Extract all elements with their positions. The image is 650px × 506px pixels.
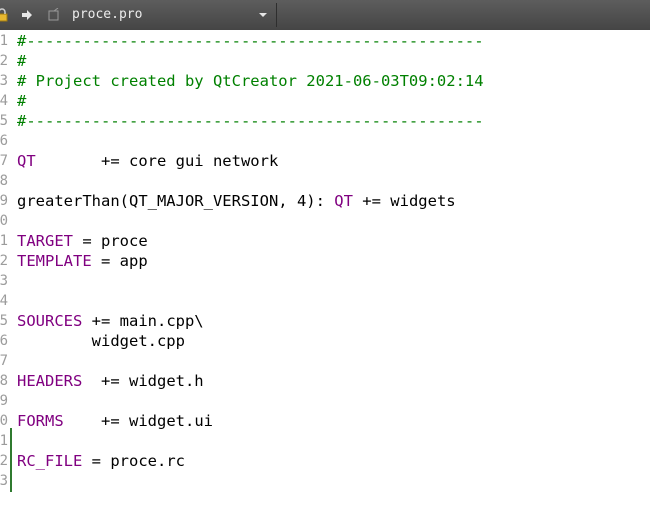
code-line[interactable]: 1 #--------------------------------------… xyxy=(0,31,650,51)
code-line[interactable]: 6 widget.cpp xyxy=(0,331,650,351)
code-text: # xyxy=(17,91,26,111)
code-line[interactable]: 1 TARGET = proce xyxy=(0,231,650,251)
variable-token: FORMS xyxy=(17,412,64,430)
comment-token: # Project created by QtCreator 2021-06-0… xyxy=(17,72,484,90)
arrow-right-icon[interactable] xyxy=(20,0,34,30)
variable-token: TEMPLATE xyxy=(17,252,92,270)
line-number: 3 xyxy=(0,473,8,489)
code-text: # xyxy=(17,51,26,71)
code-line[interactable]: 1 xyxy=(0,431,650,451)
code-line[interactable]: 5 #--------------------------------------… xyxy=(0,111,650,131)
code-line[interactable]: 7 QT += core gui network xyxy=(0,151,650,171)
variable-token: TARGET xyxy=(17,232,73,250)
code-line[interactable]: 8 HEADERS += widget.h xyxy=(0,371,650,391)
code-line[interactable]: 9 xyxy=(0,391,650,411)
code-line[interactable]: 4 xyxy=(0,291,650,311)
line-number: 4 xyxy=(0,93,8,109)
code-line[interactable]: 3 xyxy=(0,271,650,291)
code-line[interactable]: 2 TEMPLATE = app xyxy=(0,251,650,271)
variable-token: HEADERS xyxy=(17,372,83,390)
line-number: 0 xyxy=(0,413,8,429)
line-number: 8 xyxy=(0,173,8,189)
line-number: 3 xyxy=(0,273,8,289)
variable-token: QT xyxy=(17,152,36,170)
line-number: 1 xyxy=(0,233,8,249)
line-number: 0 xyxy=(0,213,8,229)
code-line[interactable]: 4 # xyxy=(0,91,650,111)
code-text: TARGET = proce xyxy=(17,231,148,251)
comment-token: # xyxy=(17,92,27,110)
code-text: #---------------------------------------… xyxy=(17,31,484,51)
code-text: greaterThan(QT_MAJOR_VERSION, 4): QT += … xyxy=(17,191,456,211)
tab-separator xyxy=(276,3,277,27)
code-text: HEADERS += widget.h xyxy=(17,371,204,391)
comment-token: #---------------------------------------… xyxy=(17,112,484,130)
code-text: RC_FILE = proce.rc xyxy=(17,451,185,471)
code-line[interactable]: 0 xyxy=(0,211,650,231)
code-token: += main.cpp\ xyxy=(82,312,204,330)
code-token: greaterThan(QT_MAJOR_VERSION, 4): xyxy=(17,192,335,210)
line-number: 9 xyxy=(0,393,8,409)
line-number: 5 xyxy=(0,113,8,129)
code-token: += widget.h xyxy=(82,372,204,390)
line-number: 8 xyxy=(0,373,8,389)
code-text: #---------------------------------------… xyxy=(17,111,484,131)
code-text: QT += core gui network xyxy=(17,151,278,171)
code-text: SOURCES += main.cpp\ xyxy=(17,311,204,331)
code-line[interactable]: 6 xyxy=(0,131,650,151)
comment-token: # xyxy=(17,52,27,70)
line-number: 3 xyxy=(0,73,8,89)
line-number: 7 xyxy=(0,353,8,369)
code-token: += widgets xyxy=(352,192,456,210)
code-line[interactable]: 5 SOURCES += main.cpp\ xyxy=(0,311,650,331)
line-number: 2 xyxy=(0,53,8,69)
line-number: 5 xyxy=(0,313,8,329)
line-number: 1 xyxy=(0,33,8,49)
code-line[interactable]: 2 # xyxy=(0,51,650,71)
code-line[interactable]: 8 xyxy=(0,171,650,191)
code-line[interactable]: 9 greaterThan(QT_MAJOR_VERSION, 4): QT +=… xyxy=(0,191,650,211)
comment-token: #---------------------------------------… xyxy=(17,32,484,50)
code-text: TEMPLATE = app xyxy=(17,251,148,271)
line-number: 1 xyxy=(0,433,8,449)
code-line[interactable]: 3 # Project created by QtCreator 2021-06-… xyxy=(0,71,650,91)
code-line[interactable]: 3 xyxy=(0,471,650,491)
file-icon xyxy=(47,0,61,30)
line-number: 9 xyxy=(0,193,8,209)
lock-icon xyxy=(0,0,8,30)
tab-title[interactable]: proce.pro xyxy=(72,0,142,30)
code-line[interactable]: 0 FORMS += widget.ui xyxy=(0,411,650,431)
code-token: = proce.rc xyxy=(82,452,185,470)
code-line[interactable]: 7 xyxy=(0,351,650,371)
code-token: += widget.ui xyxy=(63,412,213,430)
code-text: # Project created by QtCreator 2021-06-0… xyxy=(17,71,484,91)
code-token: = proce xyxy=(73,232,148,250)
code-editor[interactable]: 1 #--------------------------------------… xyxy=(0,31,650,506)
line-number: 2 xyxy=(0,253,8,269)
code-text: FORMS += widget.ui xyxy=(17,411,213,431)
line-number: 4 xyxy=(0,293,8,309)
code-token: += core gui network xyxy=(35,152,279,170)
code-line[interactable]: 2 RC_FILE = proce.rc xyxy=(0,451,650,471)
code-token: = app xyxy=(91,252,148,270)
code-text: widget.cpp xyxy=(17,331,185,351)
chevron-down-icon[interactable] xyxy=(258,0,268,30)
code-token: widget.cpp xyxy=(17,332,185,350)
variable-token: RC_FILE xyxy=(17,452,83,470)
editor-tab-bar: proce.pro xyxy=(0,0,650,30)
line-number: 6 xyxy=(0,333,8,349)
line-number: 7 xyxy=(0,153,8,169)
line-number: 2 xyxy=(0,453,8,469)
variable-token: SOURCES xyxy=(17,312,83,330)
variable-token: QT xyxy=(334,192,353,210)
line-number: 6 xyxy=(0,133,8,149)
